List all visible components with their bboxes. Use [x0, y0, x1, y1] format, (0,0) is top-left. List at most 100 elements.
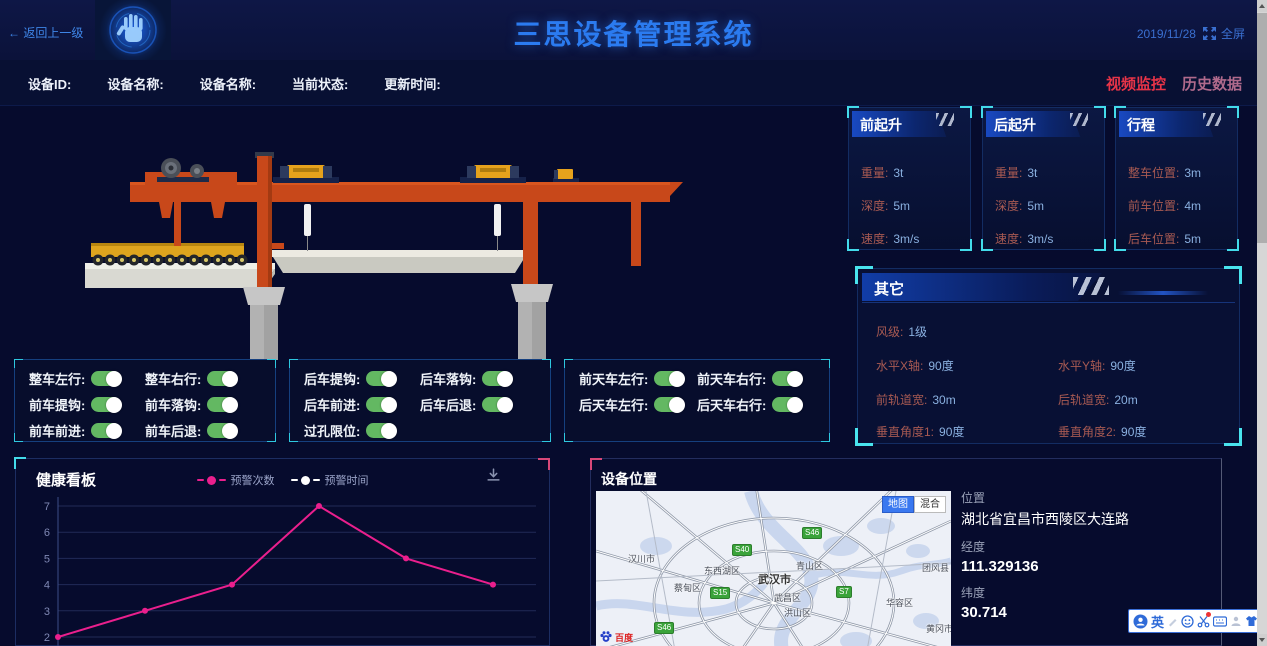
- toggle-switch[interactable]: [654, 397, 684, 412]
- map-label: 华容区: [886, 596, 913, 609]
- toggle-knob: [106, 397, 122, 413]
- toggle-switch[interactable]: [772, 371, 802, 386]
- scroll-down-button[interactable]: [1257, 634, 1267, 646]
- pen-icon[interactable]: [1167, 613, 1178, 629]
- corner-accent: [267, 433, 276, 442]
- stat-value: 90度: [928, 359, 953, 373]
- toggle-switch[interactable]: [91, 371, 121, 386]
- map-label-city: 武汉市: [758, 571, 791, 587]
- map-provider-text: 百度: [615, 631, 633, 644]
- toggle-label: 前车落钩:: [145, 395, 201, 414]
- page-title: 三思设备管理系统: [0, 13, 1267, 53]
- longitude-label: 经度: [961, 538, 1201, 555]
- stat-label: 垂直角度2:: [1058, 425, 1116, 439]
- toggle-switch[interactable]: [207, 423, 237, 438]
- ime-language-button[interactable]: 英: [1151, 612, 1164, 631]
- toggle-label: 前天车左行:: [579, 369, 648, 388]
- map-provider-logo: 百度: [599, 630, 633, 644]
- toggle-label: 后天车左行:: [579, 395, 648, 414]
- stat-value: 3t: [893, 166, 903, 180]
- corner-accent: [564, 433, 573, 442]
- road-badge: S7: [836, 586, 852, 598]
- stat-label: 风级:: [876, 325, 903, 339]
- divider: [862, 302, 1235, 303]
- map-type-button-map[interactable]: 地图: [882, 496, 914, 513]
- scrollbar-thumb[interactable]: [1257, 13, 1267, 243]
- emoji-icon[interactable]: [1181, 613, 1194, 629]
- field-update-time: 更新时间:: [384, 74, 440, 93]
- toggle-switch[interactable]: [91, 423, 121, 438]
- stat-label: 重量:: [861, 166, 888, 180]
- corner-accent: [847, 239, 859, 251]
- stat-value: 5m: [893, 199, 910, 213]
- stat-label: 重量:: [995, 166, 1022, 180]
- toggle-switch[interactable]: [772, 397, 802, 412]
- slash-decoration: [1070, 113, 1088, 126]
- toggle-label: 后车后退:: [420, 395, 476, 414]
- svg-text:2: 2: [44, 632, 50, 644]
- stat-value: 3t: [1027, 166, 1037, 180]
- ime-logo-icon[interactable]: [1133, 613, 1148, 629]
- map[interactable]: 汉川市 东西湖区 蔡甸区 武汉市 青山区 武昌区 洪山区 华容区 团风县 黄冈市…: [596, 491, 951, 646]
- map-label: 黄冈市: [926, 622, 951, 635]
- toggle-label: 整车左行:: [29, 369, 85, 388]
- corner-accent: [960, 239, 972, 251]
- map-type-button-mix[interactable]: 混合: [914, 496, 946, 513]
- toggle-knob: [381, 397, 397, 413]
- toggle-label: 整车右行:: [145, 369, 201, 388]
- slash-decoration: [1073, 277, 1109, 295]
- header: ← 返回上一级 三思设备管理系统 2019/11/28: [0, 0, 1267, 60]
- toggle-knob: [106, 423, 122, 439]
- toggle-switch[interactable]: [482, 371, 512, 386]
- toggle-knob: [381, 371, 397, 387]
- bridge-crane-graphic: [85, 100, 845, 360]
- toggle-knob: [669, 397, 685, 413]
- vertical-scrollbar[interactable]: [1257, 0, 1267, 646]
- toggle-label: 过孔限位:: [304, 421, 360, 440]
- corner-accent: [821, 359, 830, 368]
- corner-accent: [1094, 106, 1106, 118]
- toggle-switch[interactable]: [91, 397, 121, 412]
- field-device-id: 设备ID:: [28, 74, 71, 93]
- corner-accent: [1227, 106, 1239, 118]
- map-label: 团风县: [922, 561, 949, 574]
- chart-legend: 预警次数 预警时间: [197, 472, 369, 488]
- toggle-switch[interactable]: [207, 371, 237, 386]
- panel-title: 后起升: [994, 115, 1036, 135]
- header-date: 2019/11/28: [1137, 27, 1196, 41]
- toggle-switch[interactable]: [482, 397, 512, 412]
- keyboard-icon[interactable]: [1213, 613, 1227, 629]
- svg-text:7: 7: [44, 501, 50, 513]
- toggle-group-whole-vehicle: 整车左行: 整车右行: 前车提钩: 前车落钩: 前车前进: 前车后退:: [14, 359, 276, 442]
- arrow-up-icon: [1259, 4, 1265, 8]
- field-device-name-1: 设备名称:: [107, 74, 163, 93]
- history-data-link[interactable]: 历史数据: [1182, 73, 1242, 94]
- fullscreen-button[interactable]: 全屏: [1203, 25, 1245, 42]
- legend-item-warn-time[interactable]: 预警时间: [291, 472, 369, 488]
- toggle-switch[interactable]: [366, 423, 396, 438]
- stat-label: 速度:: [995, 232, 1022, 246]
- road-badge: S15: [710, 587, 730, 599]
- health-board-panel: 765432 健康看板 预警次数 预警时间: [15, 458, 550, 646]
- download-button[interactable]: [486, 467, 501, 487]
- toggle-switch[interactable]: [366, 371, 396, 386]
- legend-item-warn-count[interactable]: 预警次数: [197, 472, 275, 488]
- scroll-up-button[interactable]: [1257, 0, 1267, 12]
- toggle-label: 前车后退:: [145, 421, 201, 440]
- corner-accent: [1114, 239, 1126, 251]
- ime-toolbar: 英: [1128, 609, 1264, 633]
- panel-title: 行程: [1127, 115, 1155, 135]
- user-icon[interactable]: [1230, 613, 1242, 629]
- toggle-switch[interactable]: [654, 371, 684, 386]
- road-badge: S46: [654, 622, 674, 634]
- slash-decoration: [1203, 113, 1221, 126]
- map-label: 东西湖区: [704, 564, 740, 577]
- scissors-screenshot-icon[interactable]: [1197, 613, 1210, 629]
- map-label: 蔡甸区: [674, 581, 701, 594]
- corner-accent: [14, 359, 23, 368]
- location-label: 位置: [961, 489, 1201, 506]
- toggle-switch[interactable]: [366, 397, 396, 412]
- video-monitor-link[interactable]: 视频监控: [1106, 73, 1166, 94]
- toggle-switch[interactable]: [207, 397, 237, 412]
- stat-value: 3m/s: [1027, 232, 1053, 246]
